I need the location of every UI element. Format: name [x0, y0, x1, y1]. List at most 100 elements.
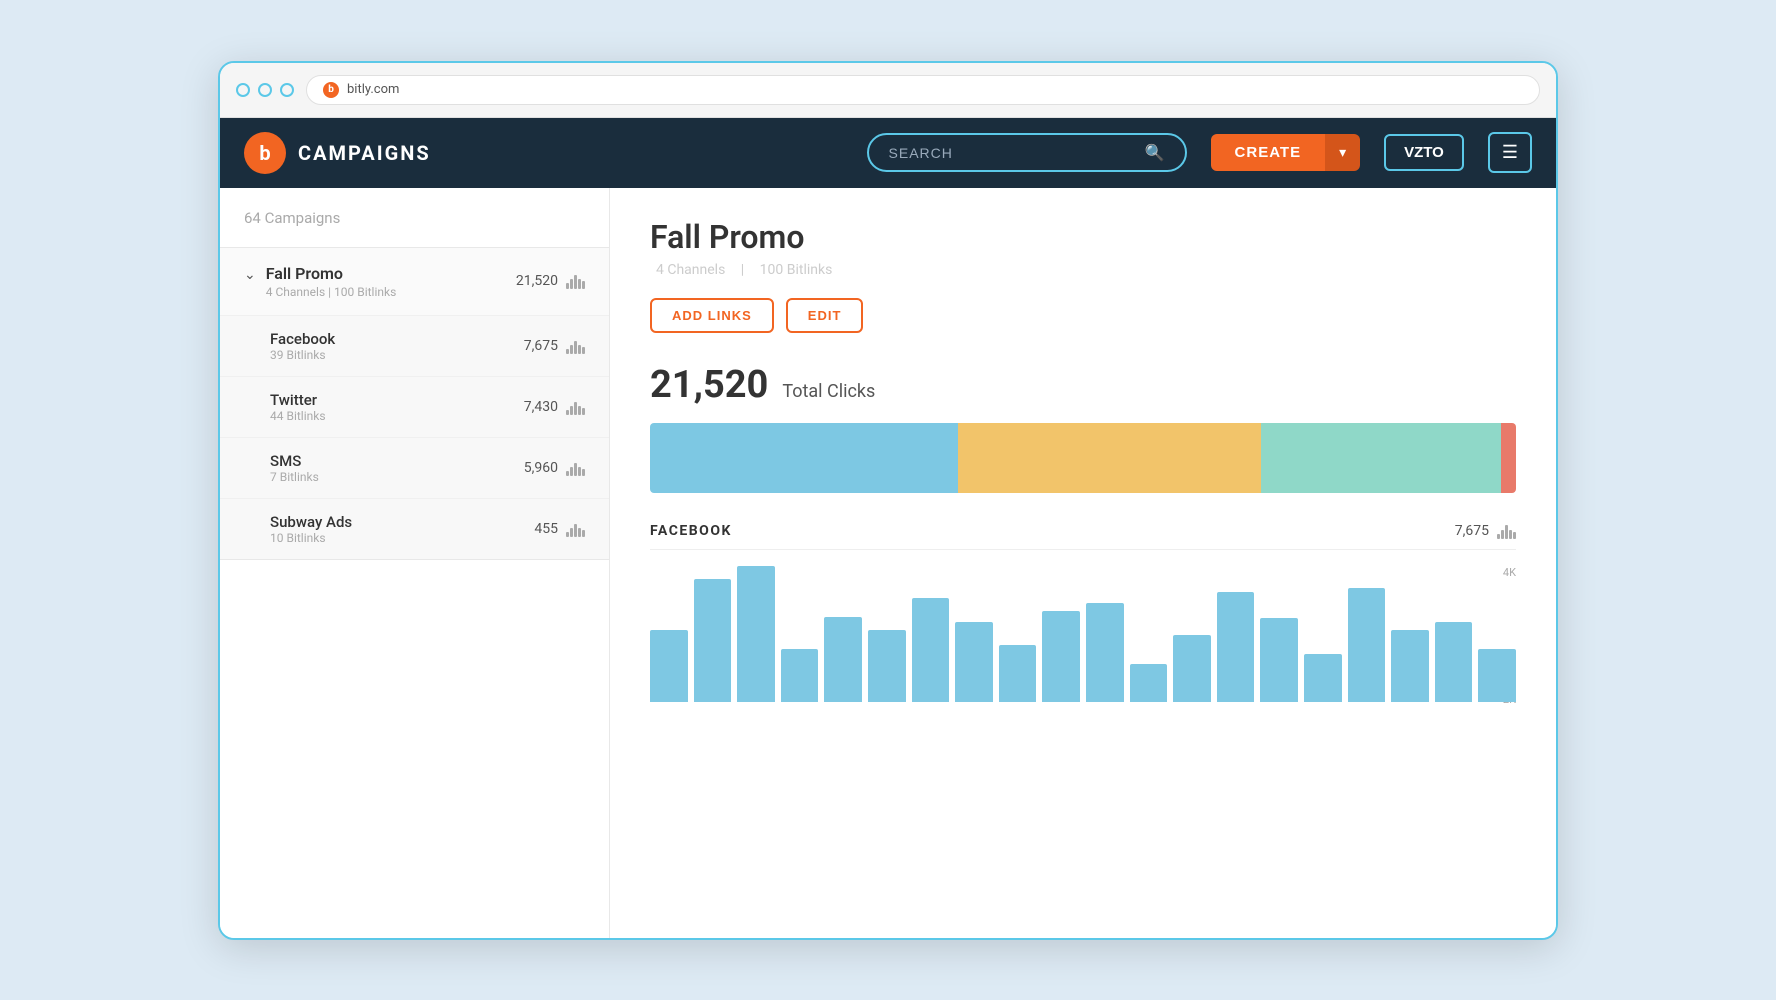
content-area: 64 Campaigns ⌄ Fall Promo 4 Channels | 1…: [220, 188, 1556, 938]
main-channels: 4 Channels: [656, 262, 725, 278]
chart-bar: [694, 579, 732, 702]
chart-bar: [999, 645, 1037, 702]
navigation: b CAMPAIGNS 🔍 CREATE ▾ VZTO ☰: [220, 118, 1556, 188]
search-bar[interactable]: 🔍: [867, 133, 1187, 172]
channel-name: Twitter: [270, 391, 326, 409]
campaigns-count: 64 Campaigns: [244, 209, 340, 227]
channel-stats: 5,960: [524, 460, 585, 476]
chart-bar: [1435, 622, 1473, 701]
chart-bar: [1173, 635, 1211, 701]
campaign-item-fall-promo: ⌄ Fall Promo 4 Channels | 100 Bitlinks 2…: [220, 248, 609, 560]
total-clicks-label: Total Clicks: [782, 381, 875, 402]
campaign-info: Fall Promo 4 Channels | 100 Bitlinks: [266, 264, 397, 299]
campaign-stats: 21,520: [516, 273, 585, 289]
chart-bar: [1260, 618, 1298, 701]
section-header-facebook: FACEBOOK 7,675: [650, 523, 1516, 550]
channel-item-subway-ads[interactable]: Subway Ads 10 Bitlinks 455: [220, 498, 609, 559]
search-input[interactable]: [889, 145, 1135, 161]
campaign-meta: 4 Channels | 100 Bitlinks: [266, 285, 397, 299]
chart-bar: [1348, 588, 1386, 701]
channel-info-twitter: Twitter 44 Bitlinks: [270, 391, 326, 423]
chart-bar: [1086, 603, 1124, 701]
chart-bar: [1130, 664, 1168, 702]
main-panel: Fall Promo 4 Channels | 100 Bitlinks ADD…: [610, 188, 1556, 938]
campaign-main-row[interactable]: ⌄ Fall Promo 4 Channels | 100 Bitlinks 2…: [220, 248, 609, 315]
chart-bar: [781, 649, 819, 702]
channel-name: Facebook: [270, 330, 335, 348]
chart-bar: [868, 630, 906, 702]
sidebar-header: 64 Campaigns: [220, 188, 609, 248]
channel-meta: 39 Bitlinks: [270, 348, 335, 362]
url-text: bitly.com: [347, 82, 399, 97]
channel-meta: 7 Bitlinks: [270, 470, 319, 484]
channel-info-facebook: Facebook 39 Bitlinks: [270, 330, 335, 362]
bar-segment: [650, 423, 958, 493]
channel-meta: 10 Bitlinks: [270, 531, 352, 545]
browser-dot-3[interactable]: [280, 83, 294, 97]
browser-window: b bitly.com b CAMPAIGNS 🔍 CREATE ▾ VZTO: [218, 61, 1558, 940]
bar-chart-icon: [1497, 523, 1516, 539]
create-btn-group: CREATE ▾: [1211, 134, 1361, 171]
browser-dot-1[interactable]: [236, 83, 250, 97]
browser-url-bar[interactable]: b bitly.com: [306, 75, 1540, 105]
browser-dots: [236, 83, 294, 97]
chart-bar: [1217, 592, 1255, 702]
browser-dot-2[interactable]: [258, 83, 272, 97]
chart-bar: [912, 598, 950, 702]
channel-item-facebook[interactable]: Facebook 39 Bitlinks 7,675: [220, 315, 609, 376]
campaign-title: Fall Promo: [650, 218, 1516, 256]
channel-list: Facebook 39 Bitlinks 7,675: [220, 315, 609, 559]
bar-chart-container: 4K 2K: [650, 566, 1516, 706]
campaign-name: Fall Promo: [266, 264, 397, 283]
channel-meta: 44 Bitlinks: [270, 409, 326, 423]
browser-chrome: b bitly.com: [220, 63, 1556, 118]
section-clicks: 7,675: [1455, 523, 1489, 539]
channel-clicks: 7,430: [524, 399, 558, 415]
chevron-icon: ⌄: [244, 267, 256, 283]
site-favicon: b: [323, 82, 339, 98]
chart-bar: [737, 566, 775, 702]
channel-stats: 7,430: [524, 399, 585, 415]
chart-bar: [1391, 630, 1429, 702]
chart-bar: [824, 617, 862, 702]
campaign-left: ⌄ Fall Promo 4 Channels | 100 Bitlinks: [244, 264, 396, 299]
nav-title: CAMPAIGNS: [298, 141, 431, 165]
bar-segment: [1261, 423, 1501, 493]
total-clicks: 21,520 Total Clicks: [650, 363, 1516, 407]
chart-bar: [1478, 649, 1516, 702]
hamburger-menu-button[interactable]: ☰: [1488, 132, 1532, 173]
separator: |: [741, 262, 748, 278]
search-icon: 🔍: [1145, 143, 1165, 162]
bar-segment: [958, 423, 1261, 493]
channel-info-subway-ads: Subway Ads 10 Bitlinks: [270, 513, 352, 545]
section-title: FACEBOOK: [650, 523, 732, 539]
chart-bar: [1042, 611, 1080, 702]
nav-logo: b CAMPAIGNS: [244, 132, 431, 174]
main-bitlinks: 100 Bitlinks: [760, 262, 833, 278]
add-links-button[interactable]: ADD LINKS: [650, 298, 774, 333]
bar-chart-icon: [566, 273, 585, 289]
channel-clicks: 7,675: [524, 338, 558, 354]
total-clicks-number: 21,520: [650, 363, 768, 407]
user-account-button[interactable]: VZTO: [1384, 134, 1464, 171]
create-button[interactable]: CREATE: [1211, 134, 1326, 171]
channel-stats: 7,675: [524, 338, 585, 354]
action-buttons: ADD LINKS EDIT: [650, 298, 1516, 333]
channel-name: Subway Ads: [270, 513, 352, 531]
bar-chart-icon: [566, 521, 585, 537]
bar-chart-icon: [566, 460, 585, 476]
channel-item-sms[interactable]: SMS 7 Bitlinks 5,960: [220, 437, 609, 498]
channel-item-twitter[interactable]: Twitter 44 Bitlinks 7,430: [220, 376, 609, 437]
chart-bar: [1304, 654, 1342, 701]
create-dropdown-button[interactable]: ▾: [1325, 134, 1360, 171]
bitly-logo: b: [244, 132, 286, 174]
bar-chart-icon: [566, 399, 585, 415]
campaign-subtitle: 4 Channels | 100 Bitlinks: [650, 262, 1516, 278]
channel-clicks: 5,960: [524, 460, 558, 476]
channel-clicks: 455: [534, 521, 558, 537]
bar-chart-icon: [566, 338, 585, 354]
channel-name: SMS: [270, 452, 319, 470]
edit-button[interactable]: EDIT: [786, 298, 864, 333]
section-count: 7,675: [1455, 523, 1516, 539]
campaign-clicks: 21,520: [516, 273, 558, 289]
